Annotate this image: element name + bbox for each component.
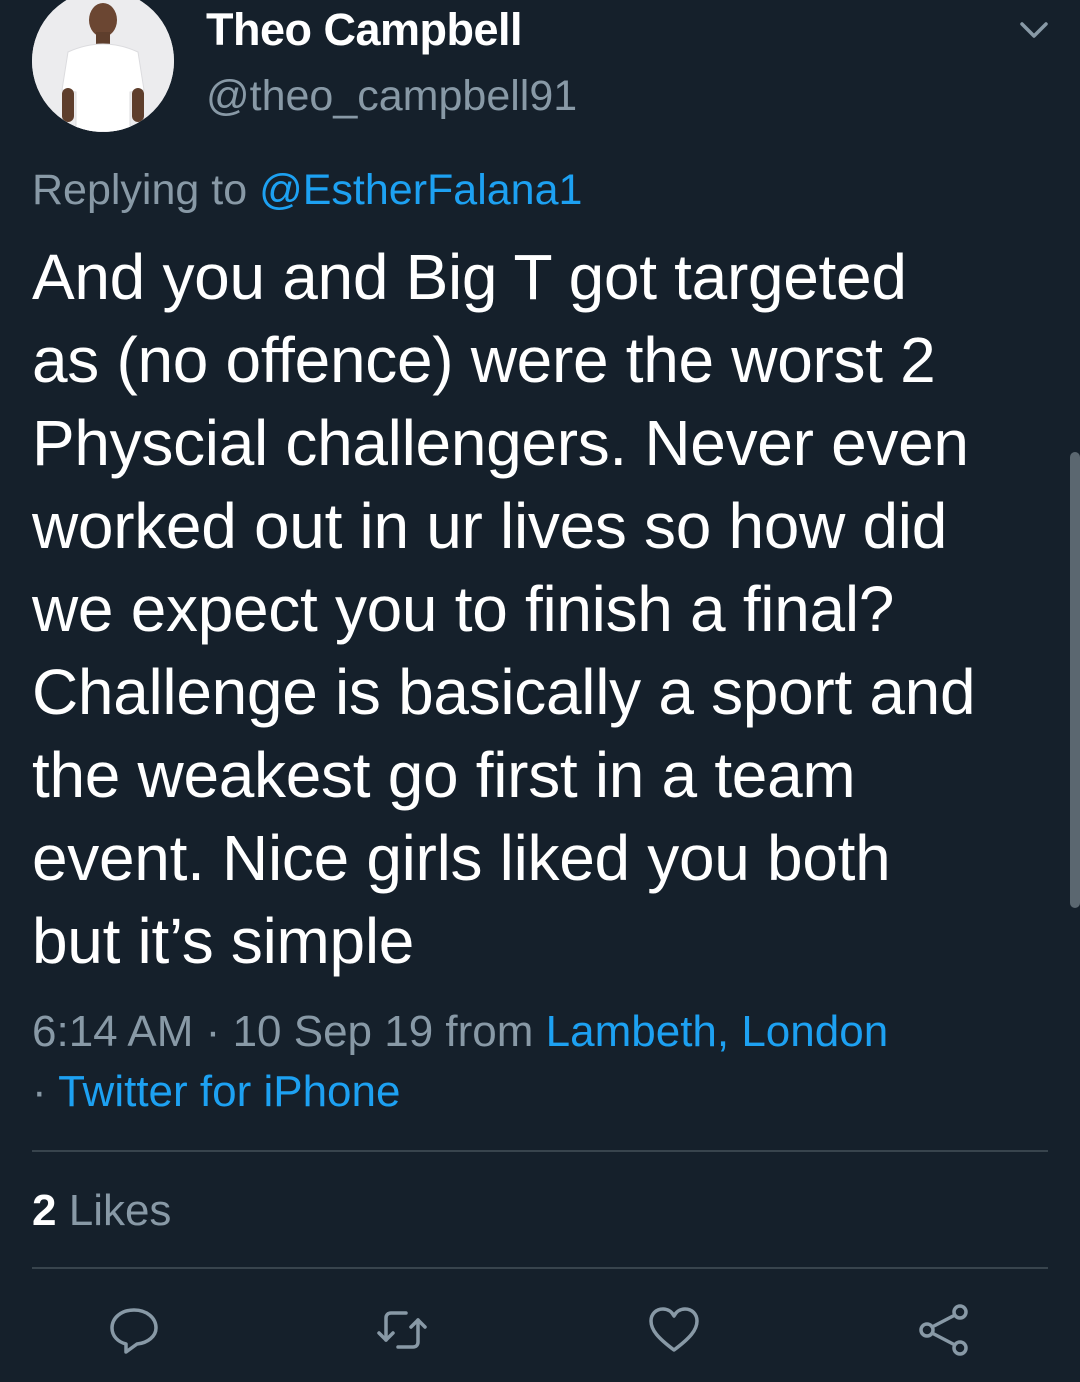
share-icon[interactable] [914, 1300, 974, 1360]
tweet-text: And you and Big T got targeted as (no of… [32, 236, 1032, 983]
chevron-down-icon[interactable] [1014, 14, 1054, 48]
avatar-photo [32, 0, 174, 132]
likes-stat[interactable]: 2 Likes [32, 1186, 171, 1236]
avatar[interactable] [32, 0, 174, 132]
divider [32, 1150, 1048, 1152]
tweet-time: 6:14 AM [32, 1007, 194, 1056]
heart-icon[interactable] [644, 1300, 704, 1360]
tweet-metadata: 6:14 AM · 10 Sep 19 from Lambeth, London… [32, 1002, 888, 1122]
author-handle[interactable]: @theo_campbell91 [206, 72, 577, 121]
separator-dot: · [205, 1007, 221, 1056]
from-label: from [445, 1007, 534, 1056]
tweet-line: And you and Big T got targeted [32, 241, 907, 313]
source-link[interactable]: Twitter for iPhone [58, 1067, 400, 1116]
author-display-name[interactable]: Theo Campbell [206, 4, 523, 56]
likes-label: Likes [68, 1186, 172, 1235]
reply-icon[interactable] [104, 1300, 164, 1360]
separator-dot: · [32, 1067, 47, 1116]
tweet-date: 10 Sep 19 [232, 1007, 434, 1056]
retweet-icon[interactable] [372, 1300, 432, 1360]
tweet-line: event. Nice girls liked you both [32, 822, 891, 894]
metadata-line-1: 6:14 AM · 10 Sep 19 from Lambeth, London [32, 1002, 888, 1062]
tweet-line: we expect you to finish a final? [32, 573, 895, 645]
likes-count: 2 [32, 1186, 57, 1235]
replying-to-label: Replying to [32, 166, 248, 214]
metadata-line-2: · Twitter for iPhone [32, 1062, 888, 1122]
tweet-line: Challenge is basically a sport and [32, 656, 976, 728]
scrollbar[interactable] [1070, 452, 1080, 908]
reply-mention-link[interactable]: @EstherFalana1 [259, 166, 582, 214]
tweet-line: as (no offence) were the worst 2 [32, 324, 936, 396]
tweet-line: Physcial challengers. Never even [32, 407, 969, 479]
replying-to: Replying to @EstherFalana1 [32, 166, 582, 215]
tweet-line: worked out in ur lives so how did [32, 490, 948, 562]
divider [32, 1267, 1048, 1269]
location-link[interactable]: Lambeth, London [546, 1007, 889, 1056]
tweet-line: but it’s simple [32, 905, 415, 977]
tweet-line: the weakest go first in a team [32, 739, 856, 811]
